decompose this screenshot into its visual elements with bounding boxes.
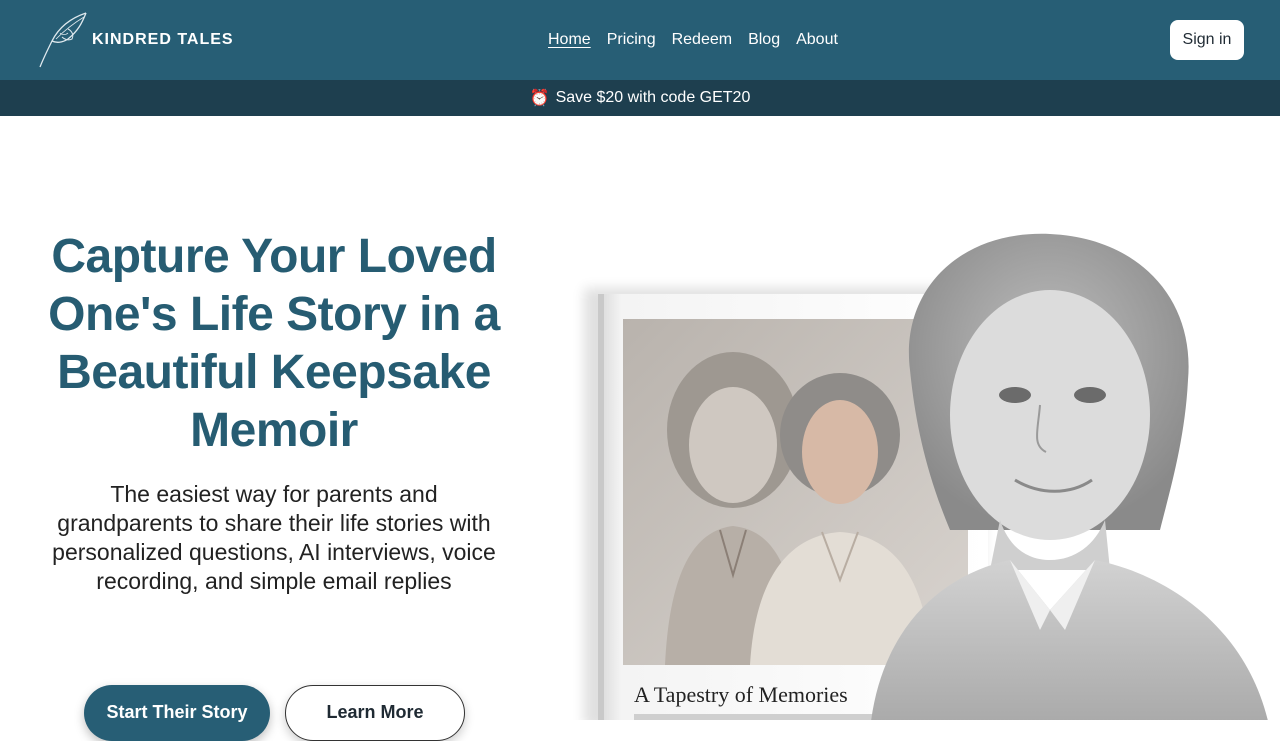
main-nav: Home Pricing Redeem Blog About [548, 0, 838, 80]
alarm-clock-icon: ⏰ [529, 90, 550, 107]
start-their-story-label: Start Their Story [106, 701, 248, 722]
nav-link-about[interactable]: About [796, 31, 838, 49]
quill-icon [39, 12, 87, 68]
book-title: A Tapestry of Memories [634, 682, 848, 707]
hero-illustration: A Tapestry of Memories [570, 230, 1280, 730]
start-their-story-button[interactable]: Start Their Story [84, 685, 270, 741]
hero-title: Capture Your Loved One's Life Story in a… [48, 230, 500, 457]
hero-section: Capture Your Loved One's Life Story in a… [24, 228, 524, 596]
memoir-book-and-portrait-image: A Tapestry of Memories [584, 233, 1270, 730]
nav-link-home[interactable]: Home [548, 31, 591, 49]
brand-name: KINDRED TALES [92, 31, 234, 48]
learn-more-label: Learn More [326, 701, 424, 722]
brand-logo-link[interactable]: KINDRED TALES [38, 10, 234, 70]
top-navbar: KINDRED TALES Home Pricing Redeem Blog A… [0, 0, 1280, 80]
nav-link-blog[interactable]: Blog [748, 31, 780, 49]
nav-link-redeem[interactable]: Redeem [672, 31, 732, 49]
hero-subtitle: The easiest way for parents and grandpar… [52, 481, 496, 594]
nav-link-pricing[interactable]: Pricing [607, 31, 656, 49]
promo-banner: ⏰ Save $20 with code GET20 [0, 80, 1280, 116]
learn-more-button[interactable]: Learn More [285, 685, 465, 741]
sign-in-button[interactable]: Sign in [1170, 20, 1244, 60]
promo-text: Save $20 with code GET20 [555, 89, 751, 106]
